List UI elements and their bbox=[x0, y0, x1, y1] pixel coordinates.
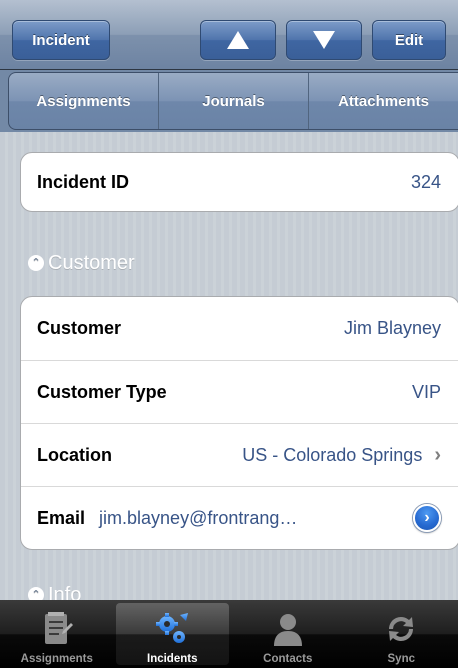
segmented-control: Assignments Journals Attachments bbox=[8, 72, 458, 130]
email-label: Email bbox=[37, 507, 86, 528]
tab-assignments[interactable]: Assignments bbox=[0, 600, 114, 668]
segment-bar: Assignments Journals Attachments bbox=[0, 70, 458, 132]
tab-bar: Assignments Incidents Contacts Sync bbox=[0, 600, 458, 668]
detail-disclosure-icon[interactable]: › bbox=[413, 504, 441, 532]
segment-attachments[interactable]: Attachments bbox=[308, 73, 458, 129]
tab-contacts-label: Contacts bbox=[263, 653, 313, 665]
tab-contacts[interactable]: Contacts bbox=[231, 600, 345, 668]
location-row[interactable]: Location US - Colorado Springs › bbox=[21, 423, 458, 486]
customer-row: Customer Jim Blayney bbox=[21, 297, 458, 360]
customer-group: Customer Jim Blayney Customer Type VIP L… bbox=[20, 296, 458, 550]
customer-value: Jim Blayney bbox=[343, 318, 441, 338]
arrow-down-icon bbox=[313, 31, 335, 49]
person-icon bbox=[273, 614, 302, 646]
location-value: US - Colorado Springs bbox=[242, 444, 423, 465]
assignments-icon bbox=[44, 612, 73, 644]
customer-type-label: Customer Type bbox=[37, 381, 167, 402]
tab-assignments-label: Assignments bbox=[20, 653, 93, 665]
tab-incidents[interactable]: Incidents bbox=[115, 603, 229, 665]
segment-journals[interactable]: Journals bbox=[158, 73, 308, 129]
location-label: Location bbox=[37, 444, 112, 465]
tab-sync-label: Sync bbox=[387, 653, 416, 665]
arrow-up-icon bbox=[227, 31, 249, 49]
customer-section-header[interactable]: ⌃ Customer bbox=[28, 248, 135, 278]
incident-id-row: Incident ID 324 bbox=[21, 153, 458, 211]
segment-assignments[interactable]: Assignments bbox=[9, 73, 158, 129]
detail-content[interactable]: Incident ID 324 ⌃ Customer Customer Jim … bbox=[0, 132, 458, 600]
edit-button[interactable]: Edit bbox=[372, 20, 446, 60]
gears-icon bbox=[156, 613, 189, 643]
customer-type-value: VIP bbox=[411, 381, 441, 402]
email-value: jim.blayney@frontrang… bbox=[99, 507, 298, 528]
customer-section-title: Customer bbox=[48, 251, 135, 274]
tab-sync[interactable]: Sync bbox=[345, 600, 458, 668]
incident-id-value: 324 bbox=[410, 171, 441, 192]
customer-label: Customer bbox=[37, 318, 122, 338]
navigation-bar: Incident Edit bbox=[0, 0, 458, 70]
chevron-right-icon: › bbox=[434, 443, 441, 466]
tab-incidents-label: Incidents bbox=[147, 653, 198, 665]
email-row: Email jim.blayney@frontrang… › bbox=[21, 486, 458, 549]
incident-id-group: Incident ID 324 bbox=[20, 152, 458, 212]
collapse-icon: ⌃ bbox=[28, 587, 44, 600]
incident-id-label: Incident ID bbox=[37, 171, 130, 192]
info-section-title: Info bbox=[48, 583, 82, 601]
next-button[interactable] bbox=[286, 20, 362, 60]
customer-type-row: Customer Type VIP bbox=[21, 360, 458, 423]
info-section-header[interactable]: ⌃ Info bbox=[28, 580, 81, 600]
previous-button[interactable] bbox=[200, 20, 276, 60]
back-button[interactable]: Incident bbox=[12, 20, 110, 60]
sync-icon bbox=[389, 616, 414, 642]
collapse-icon: ⌃ bbox=[28, 255, 44, 271]
